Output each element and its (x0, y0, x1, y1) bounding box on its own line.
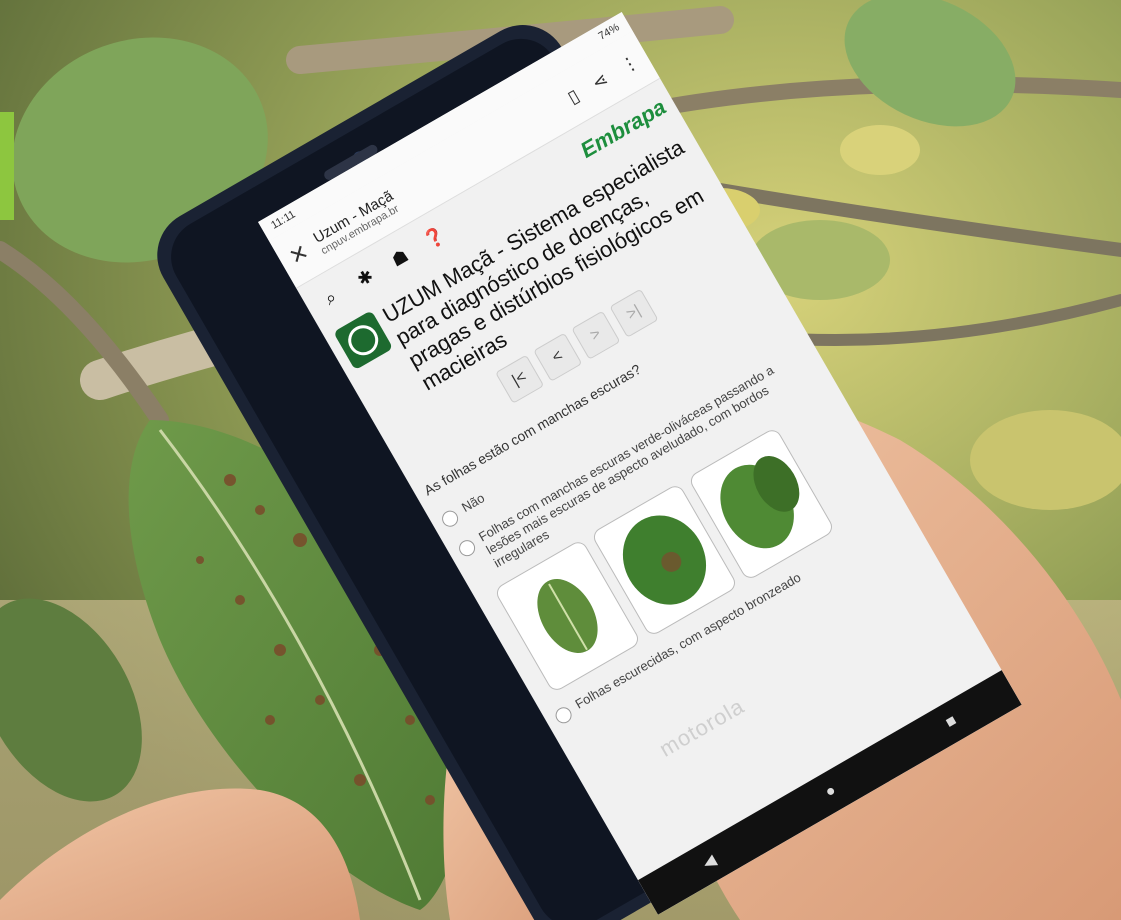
reader-icon[interactable]: ☗ (379, 237, 420, 278)
recents-icon[interactable]: ■ (943, 712, 960, 732)
search-icon[interactable]: ⌕ (310, 277, 351, 318)
option-label: Não (458, 490, 488, 516)
share-icon[interactable]: ⋖ (588, 68, 612, 94)
back-icon[interactable]: ◀ (699, 850, 720, 873)
corner-tab (0, 112, 14, 220)
help-icon[interactable]: ❓ (414, 217, 455, 258)
radio-icon[interactable] (456, 537, 479, 560)
radio-icon[interactable] (552, 704, 575, 727)
more-menu-icon[interactable]: ⋮ (617, 50, 643, 77)
radio-icon[interactable] (439, 507, 462, 530)
brand-suffix: rapa (617, 94, 671, 139)
home-icon[interactable]: ● (822, 782, 839, 802)
close-icon[interactable]: ✕ (285, 239, 314, 271)
uzum-logo (333, 310, 394, 371)
bug-icon[interactable]: ✱ (345, 257, 386, 298)
